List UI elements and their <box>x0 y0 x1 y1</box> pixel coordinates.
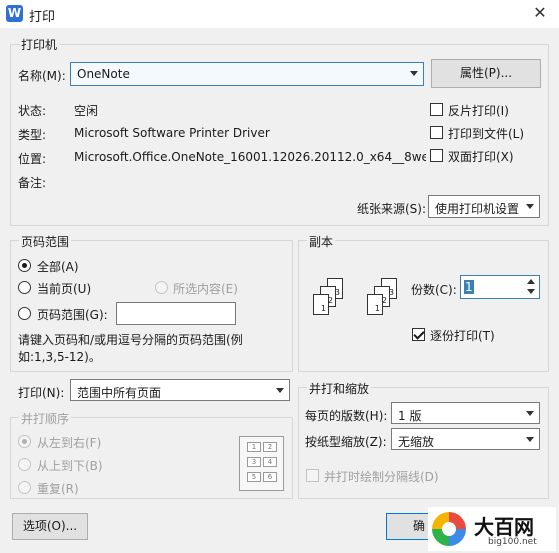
chevron-down-icon <box>276 388 284 393</box>
print-what-select[interactable]: 范围中所有页面 <box>70 379 290 401</box>
status-label: 状态: <box>18 104 47 118</box>
order-left-right-radio <box>18 435 31 448</box>
range-pages-radio[interactable] <box>18 307 31 320</box>
order-group-label: 并打顺序 <box>19 410 72 427</box>
location-label: 位置: <box>18 152 47 166</box>
duplex-print-checkbox[interactable] <box>430 149 443 162</box>
draw-lines-label: 并打时绘制分隔线(D) <box>324 470 439 484</box>
stepper-down-icon[interactable] <box>527 289 535 294</box>
printer-name-label: 名称(M): <box>18 69 66 83</box>
paper-source-label: 纸张来源(S): <box>357 202 427 216</box>
copies-count-label: 份数(C): <box>411 283 457 297</box>
pages-per-sheet-label: 每页的版数(H): <box>305 409 388 423</box>
range-pages-label[interactable]: 页码范围(G): <box>37 306 108 323</box>
printer-group-label: 打印机 <box>19 36 60 53</box>
print-to-file-label[interactable]: 打印到文件(L) <box>448 125 524 142</box>
reverse-print-label[interactable]: 反片打印(I) <box>448 102 509 119</box>
properties-button[interactable]: 属性(P)... <box>431 59 541 88</box>
draw-lines-checkbox <box>306 469 319 482</box>
stepper-up-icon[interactable] <box>527 279 535 284</box>
paper-source-select[interactable]: 使用打印机设置 <box>428 195 540 218</box>
order-repeat-label: 重复(R) <box>37 482 79 496</box>
order-preview-icon: 1 2 3 4 5 6 <box>239 436 284 491</box>
page-range-group-label: 页码范围 <box>19 233 72 250</box>
range-selection-label: 所选内容(E) <box>173 282 238 296</box>
page-range-input[interactable] <box>116 302 236 325</box>
preview-cell: 2 <box>263 442 277 452</box>
pages-per-sheet-value: 1 版 <box>398 409 422 423</box>
print-what-label: 打印(N): <box>18 386 65 400</box>
preview-cell: 4 <box>263 457 277 467</box>
close-icon[interactable]: ✕ <box>528 2 552 24</box>
range-all-label[interactable]: 全部(A) <box>37 258 79 275</box>
collate-page: 1 <box>313 294 329 315</box>
range-current-radio[interactable] <box>18 281 31 294</box>
range-current-label[interactable]: 当前页(U) <box>37 280 91 297</box>
title-bar <box>0 0 559 28</box>
collate-label[interactable]: 逐份打印(T) <box>430 327 495 344</box>
scale-value: 无缩放 <box>398 435 435 449</box>
copies-count-value[interactable]: 1 <box>464 280 474 294</box>
type-value: Microsoft Software Printer Driver <box>74 126 270 140</box>
zoom-group-label: 并打和缩放 <box>307 380 372 397</box>
chevron-down-icon <box>526 437 534 442</box>
range-selection-radio <box>155 281 168 294</box>
order-top-bottom-label: 从上到下(B) <box>37 459 103 473</box>
collate-checkbox[interactable] <box>412 328 425 341</box>
copies-group-label: 副本 <box>307 233 336 250</box>
preview-cell: 1 <box>247 442 261 452</box>
scale-select[interactable]: 无缩放 <box>391 428 540 450</box>
preview-cell: 5 <box>247 472 261 482</box>
options-button[interactable]: 选项(O)... <box>12 513 88 540</box>
watermark-title: 大百网 <box>474 515 534 539</box>
window-title: 打印 <box>29 10 56 25</box>
duplex-print-label[interactable]: 双面打印(X) <box>448 148 514 165</box>
printer-name-select[interactable]: OneNote <box>70 62 424 86</box>
order-repeat-radio <box>18 481 31 494</box>
pages-per-sheet-select[interactable]: 1 版 <box>391 402 540 424</box>
copies-count-stepper[interactable]: 1 <box>460 275 540 299</box>
reverse-print-checkbox[interactable] <box>430 103 443 116</box>
order-top-bottom-radio <box>18 458 31 471</box>
ok-button-label: 确 <box>413 519 426 533</box>
status-value: 空闲 <box>74 104 99 118</box>
paper-source-value: 使用打印机设置 <box>435 202 520 216</box>
comment-label: 备注: <box>18 176 47 190</box>
type-label: 类型: <box>18 128 47 142</box>
wps-w-icon: W <box>6 5 23 22</box>
collate-page: 1 <box>367 294 383 315</box>
preview-cell: 3 <box>247 457 261 467</box>
collate-icon: 3 2 1 3 2 1 <box>307 278 407 334</box>
scale-label: 按纸型缩放(Z): <box>305 435 387 449</box>
range-all-radio[interactable] <box>18 259 31 272</box>
watermark-logo-icon <box>432 512 466 546</box>
chevron-down-icon <box>410 71 418 76</box>
preview-cell: 6 <box>263 472 277 482</box>
print-what-value: 范围中所有页面 <box>77 386 162 400</box>
watermark-url: big100.net <box>488 537 537 547</box>
location-value: Microsoft.Office.OneNote_16001.12026.201… <box>74 150 426 164</box>
order-left-right-label: 从左到右(F) <box>37 436 102 450</box>
printer-name-value: OneNote <box>77 67 130 81</box>
page-range-hint: 请键入页码和/或用逗号分隔的页码范围(例如:1,3,5-12)。 <box>18 333 243 364</box>
print-to-file-checkbox[interactable] <box>430 126 443 139</box>
chevron-down-icon <box>526 411 534 416</box>
chevron-down-icon <box>526 204 534 209</box>
